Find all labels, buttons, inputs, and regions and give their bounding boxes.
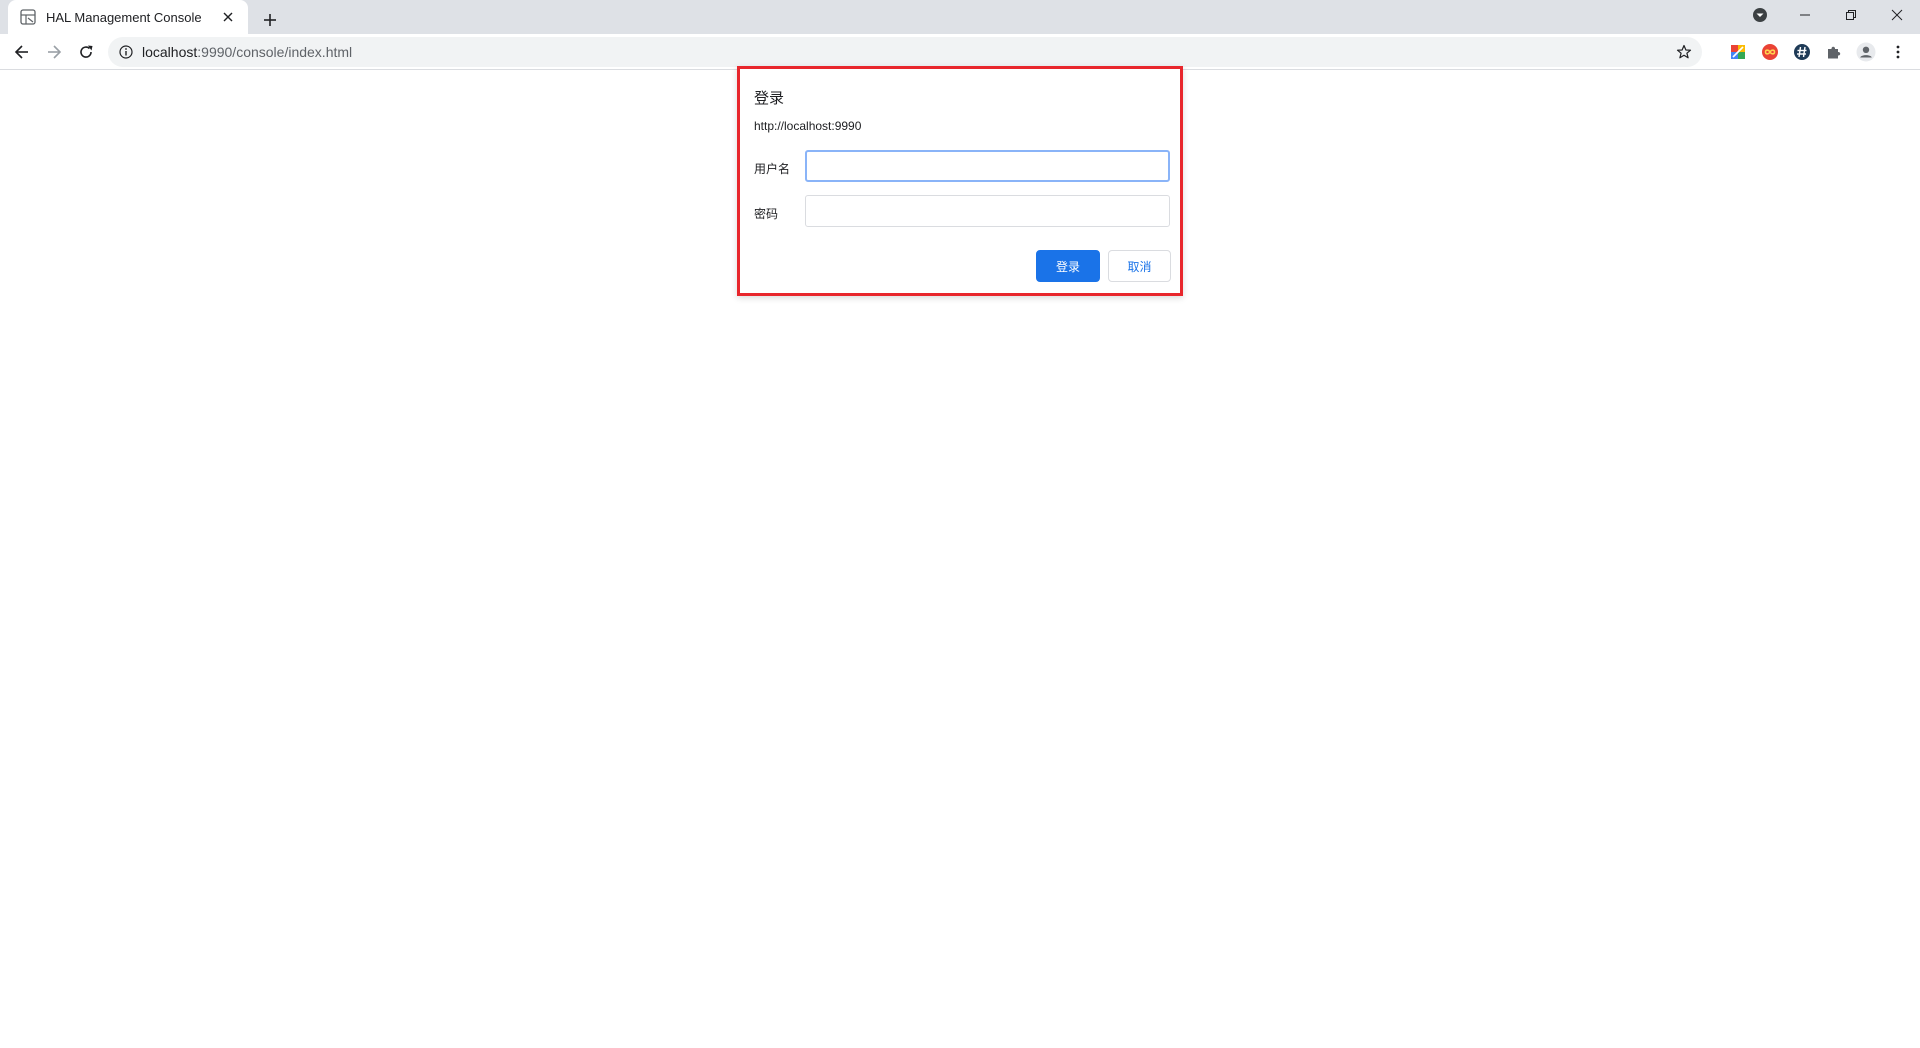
url-host: localhost [142,44,198,60]
restore-icon [1846,10,1856,20]
profile-dropdown-icon [1753,8,1767,22]
minimize-icon [1800,14,1810,16]
info-icon[interactable] [118,44,134,60]
plus-icon [264,14,276,26]
browser-toolbar: localhost:9990/console/index.html [0,34,1920,70]
username-label: 用户名 [754,162,791,176]
infinity-icon[interactable] [1760,42,1780,62]
close-icon [1891,9,1903,21]
dialog-title: 登录 [754,90,785,107]
forward-button[interactable] [40,38,68,66]
tab-hal-console[interactable]: HAL Management Console [8,0,248,34]
star-icon[interactable] [1674,42,1694,62]
profile-dropdown-button[interactable] [1737,0,1783,30]
address-bar[interactable]: localhost:9990/console/index.html [108,37,1702,67]
hashtag-icon[interactable] [1792,42,1812,62]
minimize-button[interactable] [1782,0,1828,30]
tab-title: HAL Management Console [46,9,202,25]
http-auth-dialog: 登录 http://localhost:9990 用户名 密码 登录 取消 [737,66,1183,296]
url-path: :9990/console/index.html [197,44,353,60]
password-input[interactable] [805,195,1170,227]
restore-button[interactable] [1828,0,1874,30]
new-tab-button[interactable] [256,6,284,34]
reload-button[interactable] [72,38,100,66]
tab-close-icon[interactable] [218,7,238,27]
window-close-button[interactable] [1874,0,1920,30]
arrow-left-icon [14,45,28,59]
cancel-button[interactable]: 取消 [1108,250,1171,282]
url-text: localhost:9990/console/index.html [142,44,352,60]
dialog-origin: http://localhost:9990 [754,119,862,133]
password-label: 密码 [754,207,779,221]
reload-icon [80,45,93,58]
google-drive-icon[interactable] [1728,42,1748,62]
arrow-right-icon [48,45,62,59]
username-input[interactable] [805,150,1170,182]
kebab-menu-icon[interactable] [1888,42,1908,62]
tab-strip: HAL Management Console [0,0,1920,34]
profile-icon[interactable] [1856,42,1876,62]
puzzle-icon[interactable] [1824,42,1844,62]
back-button[interactable] [8,38,36,66]
login-button[interactable]: 登录 [1036,250,1100,282]
hal-console-icon [20,9,36,25]
